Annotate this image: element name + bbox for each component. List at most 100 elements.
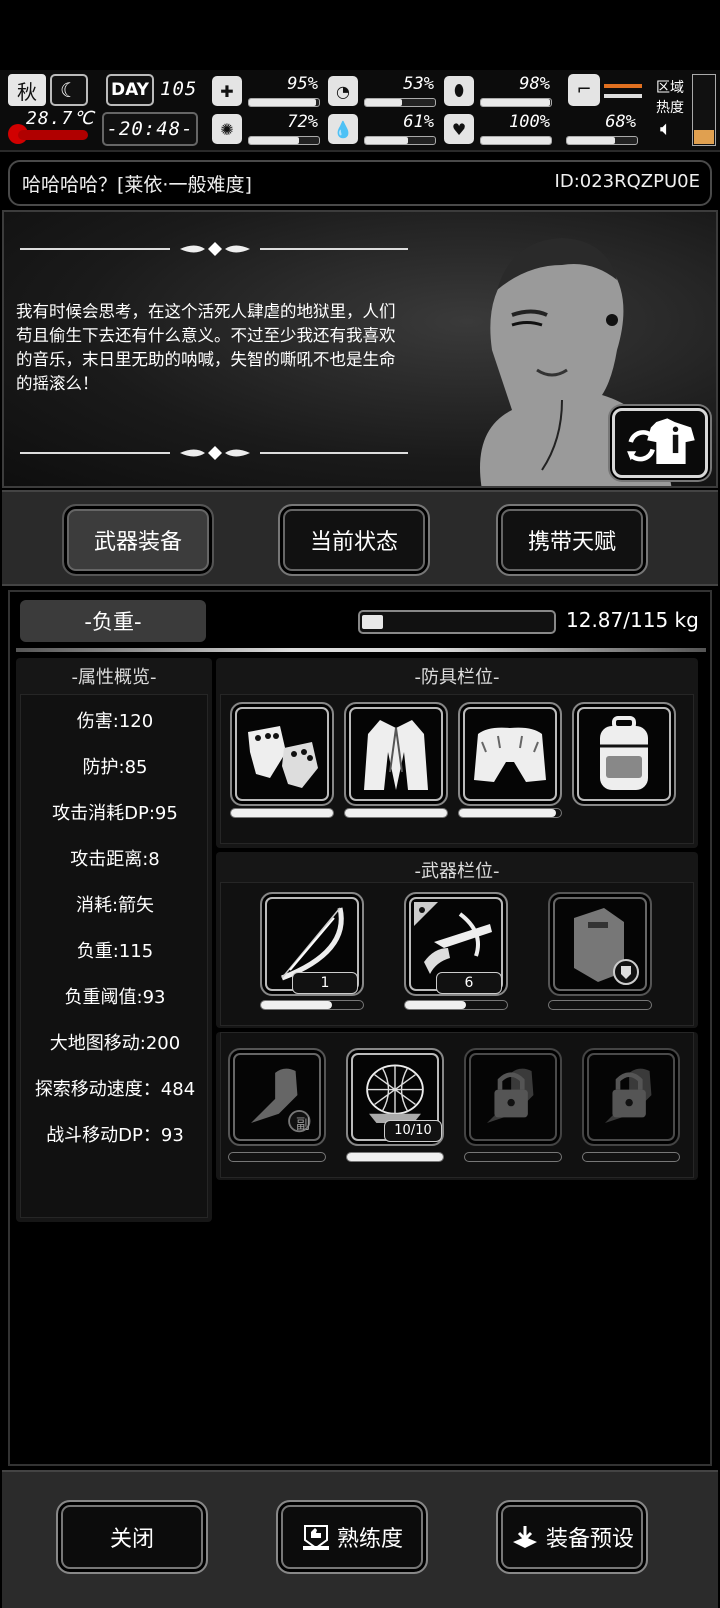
weight-bar-fill bbox=[362, 615, 383, 629]
durability-locked-2 bbox=[582, 1152, 680, 1162]
moon-icon: ☾ bbox=[50, 74, 88, 106]
stat-stamina-fill bbox=[567, 137, 615, 144]
lock-icon bbox=[605, 1068, 652, 1123]
stat-pill: ⬮ 98% bbox=[444, 74, 554, 110]
tab-talents[interactable]: 携带天赋 bbox=[496, 504, 648, 576]
bow-count: 1 bbox=[292, 972, 358, 994]
stat-sanity-fill bbox=[249, 137, 300, 144]
stat-hunger-fill bbox=[365, 99, 403, 106]
weight-bar bbox=[358, 610, 556, 634]
attributes-panel: -属性概览- 伤害:120 防护:85 攻击消耗DP:95 攻击距离:8 消耗:… bbox=[16, 658, 212, 1222]
armor-slot-coat[interactable] bbox=[344, 702, 448, 806]
stat-health-value: 95% bbox=[287, 74, 318, 94]
stat-thirst: 💧 61% bbox=[328, 112, 438, 148]
weapon-section: -武器栏位- 1 6 bbox=[216, 852, 698, 1028]
armor-slot-pants[interactable] bbox=[458, 702, 562, 806]
attr-range: 攻击距离:8 bbox=[70, 849, 160, 870]
area-heat-fill bbox=[694, 130, 714, 144]
status-hud: 秋 ☾ 28.7℃ DAY 105 -20:48- ✚ 95% ◔ 53% ⬮ … bbox=[0, 70, 720, 152]
durability-bow bbox=[260, 1000, 364, 1010]
stat-hunger: ◔ 53% bbox=[328, 74, 438, 110]
net-count: 10/10 bbox=[384, 1120, 442, 1142]
stat-health: ✚ 95% bbox=[212, 74, 322, 110]
proficiency-button[interactable]: 熟练度 bbox=[276, 1500, 428, 1574]
stat-health-fill bbox=[249, 99, 316, 106]
brain-icon: ✺ bbox=[212, 114, 242, 144]
proficiency-icon bbox=[302, 1525, 329, 1550]
tab-weapons[interactable]: 武器装备 bbox=[62, 504, 214, 576]
medkit-icon: ✚ bbox=[212, 76, 242, 106]
character-quote: 我有时候会思考，在这个活死人肆虐的地狱里，人们苟且偷生下去还有什么意义。不过至少… bbox=[16, 302, 396, 393]
shirt-swap-icon bbox=[627, 418, 695, 465]
water-drop-icon: 💧 bbox=[328, 114, 358, 144]
armor-section: -防具栏位- bbox=[216, 658, 698, 848]
durability-gloves bbox=[230, 808, 334, 818]
attr-explore-speed: 探索移动速度：484 bbox=[34, 1079, 196, 1100]
stat-mood-fill bbox=[481, 137, 551, 144]
accessory-slot-offhand[interactable]: 副 bbox=[228, 1048, 326, 1146]
weapon-slot-crossbow[interactable]: 6 bbox=[404, 892, 508, 996]
ornament-bottom bbox=[20, 446, 408, 460]
close-label: 关闭 bbox=[109, 1527, 154, 1552]
gloves-icon bbox=[248, 726, 318, 788]
pill-icon: ⬮ bbox=[444, 76, 474, 106]
stat-thirst-value: 61% bbox=[403, 112, 434, 132]
durability-net bbox=[346, 1152, 444, 1162]
stat-mood: ♥ 100% bbox=[444, 112, 554, 148]
bottom-bar: 关闭 熟练度 装备预设 bbox=[2, 1470, 718, 1608]
durability-pants bbox=[458, 808, 562, 818]
area-heat-meter bbox=[692, 74, 716, 146]
stat-sanity-value: 72% bbox=[287, 112, 318, 132]
equipment-preset-button[interactable]: 装备预设 bbox=[496, 1500, 648, 1574]
armor-slot-backpack[interactable] bbox=[572, 702, 676, 806]
attributes-title: -属性概览- bbox=[71, 667, 157, 688]
stomach-icon: ◔ bbox=[328, 76, 358, 106]
stat-pill-value: 98% bbox=[519, 74, 550, 94]
stat-mood-value: 100% bbox=[509, 112, 550, 132]
accessory-slot-locked-1[interactable] bbox=[464, 1048, 562, 1146]
backpack-icon bbox=[600, 716, 648, 790]
speaker-icon[interactable]: 🔈︎ bbox=[660, 116, 672, 140]
offhand-tag: 副 bbox=[296, 1117, 310, 1133]
durability-crossbow bbox=[404, 1000, 508, 1010]
durability-offhand bbox=[228, 1152, 326, 1162]
weapon-slot-bow[interactable]: 1 bbox=[260, 892, 364, 996]
stat-stamina-value: 68% bbox=[605, 112, 636, 132]
fur-pants-icon bbox=[474, 727, 546, 782]
riot-shield-icon bbox=[574, 908, 639, 985]
lock-icon bbox=[487, 1068, 534, 1123]
attr-attack-dp: 攻击消耗DP:95 bbox=[52, 803, 178, 824]
accessory-section: 副 10/10 bbox=[216, 1032, 698, 1180]
temperature-readout: 28.7℃ bbox=[26, 108, 95, 129]
durability-shield bbox=[548, 1000, 652, 1010]
player-name: 哈哈哈哈？[莱依·一般难度] bbox=[22, 174, 252, 196]
tab-status[interactable]: 当前状态 bbox=[278, 504, 430, 576]
boot-icon: ⌐ bbox=[568, 74, 600, 106]
change-outfit-button[interactable] bbox=[612, 408, 708, 478]
close-button[interactable]: 关闭 bbox=[56, 1500, 208, 1574]
attr-combat-dp: 战斗移动DP：93 bbox=[46, 1125, 184, 1146]
equipment-panel: -负重- 12.87/115 kg -属性概览- 伤害:120 防护:85 攻击… bbox=[8, 590, 712, 1466]
weight-label: -负重- bbox=[20, 600, 206, 642]
preset-icon bbox=[512, 1526, 537, 1548]
ornament-top bbox=[20, 242, 408, 256]
proficiency-label: 熟练度 bbox=[336, 1527, 403, 1552]
stat-sanity: ✺ 72% bbox=[212, 112, 322, 148]
weapon-slot-shield[interactable] bbox=[548, 892, 652, 996]
attr-load-threshold: 负重阈值:93 bbox=[64, 987, 166, 1008]
player-id: ID:023RQZPU0E bbox=[554, 171, 700, 192]
crossbow-count: 6 bbox=[436, 972, 502, 994]
preset-label: 装备预设 bbox=[545, 1527, 634, 1552]
attr-map-move: 大地图移动:200 bbox=[49, 1033, 181, 1054]
armor-slot-gloves[interactable] bbox=[230, 702, 334, 806]
accessory-slot-locked-2[interactable] bbox=[582, 1048, 680, 1146]
day-label: DAY bbox=[106, 74, 154, 106]
heart-icon: ♥ bbox=[444, 114, 474, 144]
stat-thirst-fill bbox=[365, 137, 408, 144]
season-label: 秋 bbox=[17, 79, 37, 104]
area-heat-label: 区域热度 bbox=[656, 80, 684, 116]
weight-value: 12.87/115 kg bbox=[566, 608, 699, 632]
clock-time: -20:48- bbox=[106, 118, 194, 140]
accessory-slot-net[interactable]: 10/10 bbox=[346, 1048, 444, 1146]
attr-defense: 防护:85 bbox=[82, 757, 148, 778]
